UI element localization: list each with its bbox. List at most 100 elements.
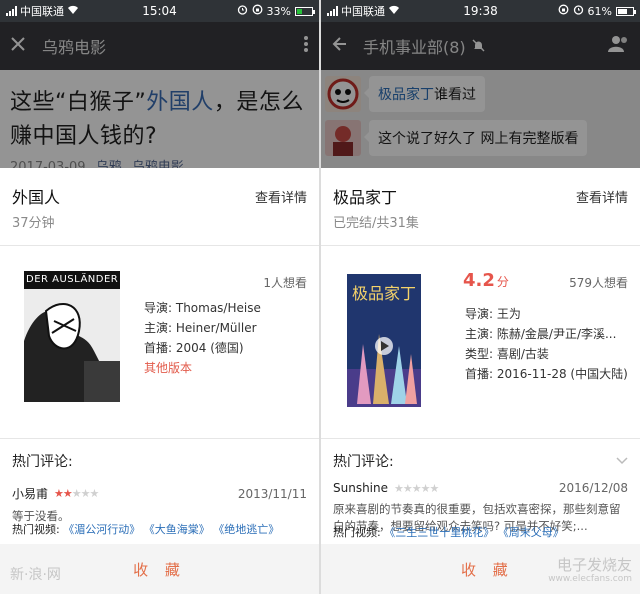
hot-video-link[interactable]: 《周末父母》 bbox=[498, 526, 564, 539]
more-menu-icon[interactable] bbox=[303, 35, 309, 57]
avatar[interactable] bbox=[325, 76, 361, 112]
star-rating: ★★★★★ bbox=[394, 481, 440, 495]
close-icon[interactable] bbox=[10, 36, 26, 56]
hot-videos: 热门视频: 《三生三世十里桃花》 《周末父母》 bbox=[321, 524, 640, 540]
star-empty-icon: ★ bbox=[80, 487, 91, 500]
review-date: 2013/11/11 bbox=[237, 486, 307, 501]
poster-artwork bbox=[347, 334, 421, 407]
signal-icon bbox=[6, 6, 17, 16]
card-header: 极品家丁 已完结/共31集 查看详情 bbox=[321, 168, 640, 231]
article-title: 这些“白猴子”外国人，是怎么赚中国人钱的? bbox=[10, 86, 309, 154]
lock-rotation-icon bbox=[558, 4, 569, 18]
hot-video-link[interactable]: 《大鱼海棠》 bbox=[144, 523, 210, 536]
article-meta: 2017-03-09 乌鸦 乌鸦电影 bbox=[10, 156, 309, 168]
hot-videos-label: 热门视频: bbox=[333, 526, 381, 539]
review-header: 小易甫 ★★★★★ 2013/11/11 bbox=[12, 485, 307, 502]
view-details-link[interactable]: 查看详情 bbox=[255, 187, 307, 231]
star-empty-icon: ★ bbox=[420, 481, 431, 495]
status-bar: 中国联通 15:04 33% bbox=[0, 0, 319, 22]
rating-score: 4.2 bbox=[463, 270, 495, 291]
phone-screen-right: 中国联通 19:38 61% 手机事业部(8) 极品家丁谁看过 这个说了好久了 … bbox=[321, 0, 640, 594]
show-episodes: 已完结/共31集 bbox=[333, 216, 419, 231]
poster-artwork bbox=[24, 302, 120, 402]
mention-link[interactable]: 极品家丁 bbox=[378, 87, 434, 103]
article-header: 这些“白猴子”外国人，是怎么赚中国人钱的? 2017-03-09 乌鸦 乌鸦电影 bbox=[0, 70, 319, 168]
battery-icon bbox=[295, 6, 315, 16]
hot-reviews: 热门评论: 小易甫 ★★★★★ 2013/11/11 等于没看。 bbox=[0, 439, 319, 525]
hot-videos: 热门视频: 《湄公河行动》 《大鱼海棠》 《绝地逃亡》 bbox=[0, 521, 319, 537]
top-nav-bar: 乌鸦电影 bbox=[0, 22, 319, 70]
show-name: 极品家丁 bbox=[333, 188, 398, 207]
show-poster[interactable]: 极品家丁 bbox=[347, 274, 421, 407]
chat-message: 极品家丁谁看过 bbox=[325, 76, 640, 112]
background-chat: 手机事业部(8) 极品家丁谁看过 这个说了好久了 网上有完整版看 bbox=[321, 22, 640, 168]
collect-button[interactable]: 收 藏 bbox=[133, 559, 186, 580]
other-versions-link[interactable]: 其他版本 bbox=[144, 358, 261, 378]
cast: 主演: Heiner/Müller bbox=[144, 321, 257, 335]
film-info: 极品家丁 4.2 分 579人想看 导演: 王为 主演: 陈赫/金晨/尹正/李溪… bbox=[321, 246, 640, 438]
film-info: DER AUSLÄNDER 1人想看 导演: Thomas/Heise 主演: … bbox=[0, 246, 319, 438]
hot-video-link[interactable]: 《三生三世十里桃花》 bbox=[384, 526, 494, 539]
message-text: 谁看过 bbox=[434, 87, 476, 103]
wifi-icon bbox=[388, 5, 400, 18]
group-title: 手机事业部(8) bbox=[363, 38, 466, 57]
status-bar: 中国联通 19:38 61% bbox=[321, 0, 640, 22]
cast: 主演: 陈赫/金晨/尹正/李溪... bbox=[465, 327, 617, 341]
message-text: 这个说了好久了 网上有完整版看 bbox=[378, 131, 579, 147]
chat-area: 极品家丁谁看过 这个说了好久了 网上有完整版看 bbox=[321, 70, 640, 168]
back-arrow-icon[interactable] bbox=[331, 36, 347, 56]
hot-reviews-label-text: 热门评论: bbox=[333, 454, 394, 470]
article-account-link[interactable]: 乌鸦电影 bbox=[132, 160, 184, 168]
avatar[interactable] bbox=[325, 120, 361, 156]
article-source-link[interactable]: 乌鸦 bbox=[96, 160, 122, 168]
hot-video-link[interactable]: 《湄公河行动》 bbox=[63, 523, 140, 536]
hot-reviews-label: 热门评论: bbox=[333, 451, 628, 471]
star-filled-icon: ★ bbox=[62, 487, 73, 500]
signal-icon bbox=[327, 6, 338, 16]
movie-card: 外国人 37分钟 查看详情 DER AUSLÄNDER 1人想看 导演: Tho… bbox=[0, 168, 319, 594]
star-empty-icon: ★ bbox=[429, 481, 440, 495]
article-date: 2017-03-09 bbox=[10, 160, 86, 168]
movie-name: 外国人 bbox=[12, 188, 61, 207]
movie-poster[interactable]: DER AUSLÄNDER bbox=[24, 271, 120, 402]
card-header: 外国人 37分钟 查看详情 bbox=[0, 168, 319, 231]
chevron-down-icon[interactable] bbox=[616, 453, 628, 469]
lock-rotation-icon bbox=[252, 4, 263, 18]
premiere: 首播: 2016-11-28 (中国大陆) bbox=[465, 367, 628, 381]
mute-icon bbox=[472, 37, 485, 56]
director: 导演: Thomas/Heise bbox=[144, 301, 261, 315]
star-empty-icon: ★ bbox=[402, 481, 413, 495]
status-right: 61% bbox=[558, 4, 636, 18]
hot-videos-label: 热门视频: bbox=[12, 523, 60, 536]
title-part2: ，是怎么赚中国人钱的? bbox=[10, 90, 304, 149]
carrier-name: 中国联通 bbox=[341, 5, 385, 18]
account-title: 乌鸦电影 bbox=[42, 38, 107, 57]
chat-message: 这个说了好久了 网上有完整版看 bbox=[325, 120, 640, 156]
title-highlight-link[interactable]: 外国人 bbox=[146, 90, 214, 115]
review-date: 2016/12/08 bbox=[558, 481, 628, 495]
star-rating: ★★★★★ bbox=[54, 487, 100, 500]
star-empty-icon: ★ bbox=[71, 487, 82, 500]
title-part1: 这些“白猴子” bbox=[10, 90, 147, 115]
message-bubble[interactable]: 这个说了好久了 网上有完整版看 bbox=[363, 120, 588, 156]
background-article: 乌鸦电影 这些“白猴子”外国人，是怎么赚中国人钱的? 2017-03-09 乌鸦… bbox=[0, 22, 319, 168]
star-empty-icon: ★ bbox=[89, 487, 100, 500]
star-empty-icon: ★ bbox=[411, 481, 422, 495]
watermark: 电子发烧友 www.elecfans.com bbox=[548, 558, 632, 586]
battery-percent: 61% bbox=[587, 4, 612, 18]
movie-duration: 37分钟 bbox=[12, 216, 55, 231]
hot-video-link[interactable]: 《绝地逃亡》 bbox=[213, 523, 279, 536]
carrier-group: 中国联通 bbox=[327, 3, 400, 19]
review-user[interactable]: 小易甫 bbox=[12, 485, 48, 502]
alarm-icon bbox=[237, 4, 248, 18]
message-bubble[interactable]: 极品家丁谁看过 bbox=[364, 76, 485, 112]
want-to-watch-count: 579人想看 bbox=[569, 276, 628, 290]
want-to-watch-count: 1人想看 bbox=[263, 276, 307, 290]
view-details-link[interactable]: 查看详情 bbox=[576, 187, 628, 231]
tv-card: 极品家丁 已完结/共31集 查看详情 极品家丁 4.2 分 579人想看 导演:… bbox=[321, 168, 640, 594]
review-header: Sunshine ★★★★★ 2016/12/08 bbox=[333, 481, 628, 495]
watermark: 新·浪·网 bbox=[10, 567, 61, 583]
collect-button[interactable]: 收 藏 bbox=[461, 559, 514, 580]
review-user[interactable]: Sunshine bbox=[333, 481, 388, 495]
group-members-icon[interactable] bbox=[608, 35, 630, 57]
